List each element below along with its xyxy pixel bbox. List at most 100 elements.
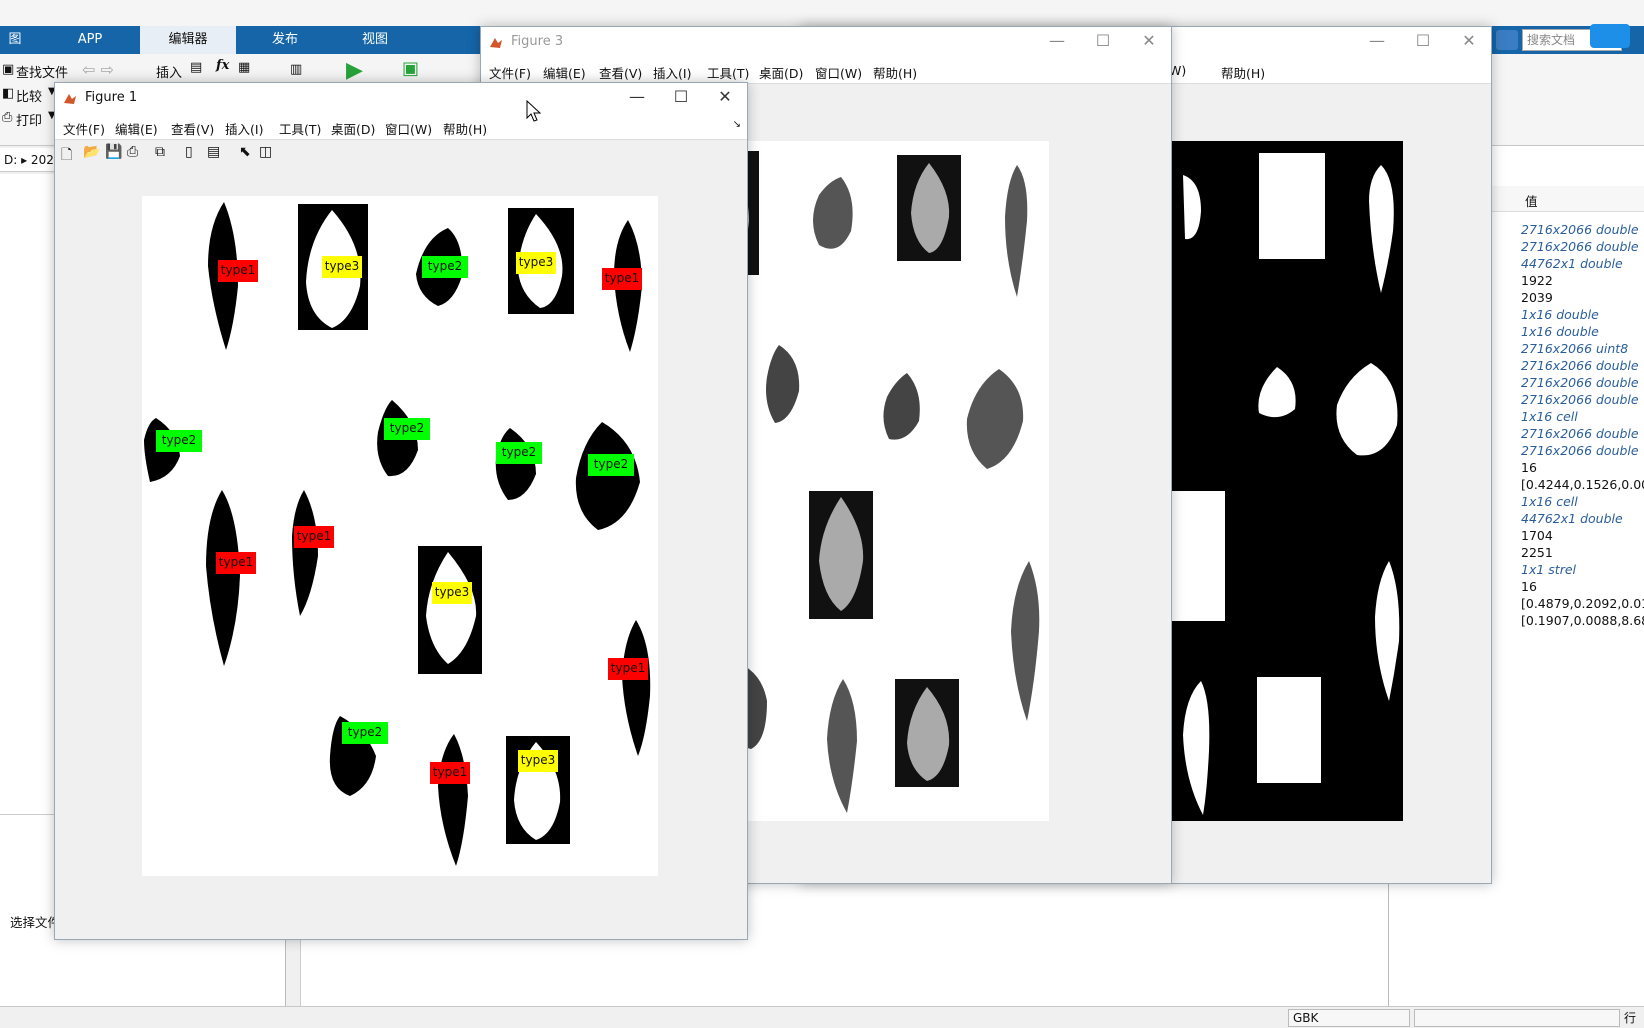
menu-item[interactable]: 工具(T) xyxy=(279,119,321,138)
workspace-value[interactable]: 2716x2066 double xyxy=(1521,239,1639,254)
figure3-grayscale-axes xyxy=(711,141,1049,821)
close-icon[interactable]: ✕ xyxy=(1459,31,1479,51)
property-inspector-icon[interactable]: ◫ xyxy=(259,144,272,160)
menu-item[interactable]: 窗口(W) xyxy=(815,63,862,82)
compare-icon: ◧ xyxy=(2,86,15,101)
back-arrow-icon[interactable]: ⇦ ⇨ xyxy=(82,60,114,79)
save-icon[interactable]: 💾 xyxy=(105,144,122,160)
legend-icon[interactable]: ▤ xyxy=(207,144,220,160)
menu-item[interactable]: 编辑(E) xyxy=(543,63,586,82)
figure1-toolbar: 🗋 📂 💾 ⎙ ⧉ ▯ ▤ ⬉ ◫ xyxy=(55,139,747,167)
type-label: type2 xyxy=(384,418,430,440)
workspace-value[interactable]: 2251 xyxy=(1521,545,1553,560)
maximize-icon[interactable]: ☐ xyxy=(1413,31,1433,51)
print-icon[interactable]: ⎙ xyxy=(127,144,138,160)
leaf-mark xyxy=(292,490,318,616)
tab-apps[interactable]: APP xyxy=(60,26,120,54)
type-label: type1 xyxy=(602,268,642,290)
figure1-title: Figure 1 xyxy=(85,90,138,105)
workspace-value[interactable]: 2716x2066 double xyxy=(1521,443,1639,458)
link-plot-icon[interactable]: ⧉ xyxy=(155,144,165,160)
tab-view[interactable]: 视图 xyxy=(340,26,410,54)
maximize-icon[interactable]: ☐ xyxy=(671,87,691,107)
workspace-value[interactable]: 44762x1 double xyxy=(1521,511,1623,526)
maximize-icon[interactable]: ☐ xyxy=(1093,31,1113,51)
minimize-icon[interactable]: — xyxy=(627,87,647,107)
workspace-value[interactable]: 1x16 double xyxy=(1521,307,1599,322)
comment-icon[interactable]: ▤ xyxy=(190,60,202,75)
breakpoints-icon[interactable]: ▥ xyxy=(290,62,302,77)
menu-item[interactable]: 查看(V) xyxy=(599,63,642,82)
close-icon[interactable]: ✕ xyxy=(715,87,735,107)
tab-publish[interactable]: 发布 xyxy=(250,26,320,54)
status-bar: GBK 行 xyxy=(0,1006,1644,1028)
help-dropdown-icon[interactable] xyxy=(1496,30,1518,50)
new-figure-icon[interactable]: 🗋 xyxy=(61,144,72,168)
indent-icon[interactable]: ▦ xyxy=(238,60,250,75)
workspace-value[interactable]: 2716x2066 double xyxy=(1521,222,1639,237)
menu-item[interactable]: 帮助(H) xyxy=(443,119,487,138)
workspace-value[interactable]: 1704 xyxy=(1521,528,1553,543)
tab-editor[interactable]: 编辑器 xyxy=(140,26,236,54)
type-label: type3 xyxy=(432,582,472,604)
minimize-icon[interactable]: — xyxy=(1367,31,1387,51)
pointer-icon[interactable]: ⬉ xyxy=(239,144,251,160)
figure3-titlebar: Figure 3 — ☐ ✕ xyxy=(481,27,1171,57)
open-file-icon[interactable]: 📂 xyxy=(83,144,100,160)
type-label: type1 xyxy=(608,658,648,680)
type-label: type2 xyxy=(342,722,388,744)
figure2-mask-axes xyxy=(1171,141,1403,821)
menu-item[interactable]: 文件(F) xyxy=(63,119,105,138)
menu-help[interactable]: 帮助(H) xyxy=(1221,63,1265,82)
workspace-value[interactable]: 1x16 cell xyxy=(1521,409,1578,424)
find-files-button[interactable]: 查找文件 xyxy=(16,62,68,81)
workspace-value[interactable]: 1922 xyxy=(1521,273,1553,288)
menu-item[interactable]: 查看(V) xyxy=(171,119,214,138)
workspace-value[interactable]: 16 xyxy=(1521,579,1537,594)
workspace-value[interactable]: 16 xyxy=(1521,460,1537,475)
fx-button[interactable]: fx xyxy=(216,58,229,73)
current-folder-path[interactable]: D: ▸ 202 xyxy=(0,148,60,172)
tab-plots[interactable]: 图 xyxy=(0,26,30,54)
workspace-value[interactable]: 2716x2066 double xyxy=(1521,375,1639,390)
workspace-value[interactable]: [0.4244,0.1526,0.00... xyxy=(1521,477,1644,492)
close-icon[interactable]: ✕ xyxy=(1139,31,1159,51)
workspace-value[interactable]: [0.4879,0.2092,0.01... xyxy=(1521,596,1644,611)
minimize-icon[interactable]: — xyxy=(1047,31,1067,51)
workspace-value[interactable]: 2716x2066 double xyxy=(1521,358,1639,373)
menu-item[interactable]: 工具(T) xyxy=(707,63,749,82)
figure1-menubar: ↘ 文件(F) 编辑(E) 查看(V) 插入(I) 工具(T) 桌面(D) 窗口(W) 帮助(… xyxy=(55,113,747,139)
workspace-value[interactable]: 1x16 double xyxy=(1521,324,1599,339)
workspace-value[interactable]: 1x1 strel xyxy=(1521,562,1576,577)
menu-item[interactable]: 帮助(H) xyxy=(873,63,917,82)
workspace-value[interactable]: 2039 xyxy=(1521,290,1553,305)
type-label: type3 xyxy=(518,750,558,772)
workspace-value[interactable]: 2716x2066 double xyxy=(1521,426,1639,441)
menu-item[interactable]: 插入(I) xyxy=(653,63,691,82)
menu-item[interactable]: 窗口(W) xyxy=(385,119,432,138)
dock-arrow-icon[interactable]: ↘ xyxy=(733,119,741,130)
workspace-value[interactable]: 2716x2066 uint8 xyxy=(1521,341,1628,356)
menu-item[interactable]: 编辑(E) xyxy=(115,119,158,138)
run-section-icon[interactable]: ▣ xyxy=(402,58,419,79)
line-status: 行 xyxy=(1624,1011,1637,1025)
type-label: type1 xyxy=(294,526,334,548)
menu-item[interactable]: 插入(I) xyxy=(225,119,263,138)
menu-item[interactable]: 桌面(D) xyxy=(331,119,375,138)
compare-button[interactable]: 比较 xyxy=(16,86,42,105)
cloud-sync-icon[interactable] xyxy=(1590,24,1630,48)
workspace-value[interactable]: 44762x1 double xyxy=(1521,256,1623,271)
print-button[interactable]: 打印 xyxy=(16,110,42,129)
insert-button[interactable]: 插入 xyxy=(156,62,182,81)
workspace-value[interactable]: [0.1907,0.0088,8.68... xyxy=(1521,613,1644,628)
menu-item[interactable]: 文件(F) xyxy=(489,63,531,82)
figure3-menubar: 文件(F) 编辑(E) 查看(V) 插入(I) 工具(T) 桌面(D) 窗口(W) 帮助(H) xyxy=(481,57,1171,83)
value-column-header[interactable]: 值 xyxy=(1525,191,1538,210)
leaf-mark xyxy=(622,620,651,756)
workspace-value[interactable]: 2716x2066 double xyxy=(1521,392,1639,407)
workspace-value[interactable]: 1x16 cell xyxy=(1521,494,1578,509)
colorbar-icon[interactable]: ▯ xyxy=(185,144,193,160)
matlab-figure-icon xyxy=(63,91,77,105)
run-icon[interactable]: ▶ xyxy=(346,58,363,83)
menu-item[interactable]: 桌面(D) xyxy=(759,63,803,82)
